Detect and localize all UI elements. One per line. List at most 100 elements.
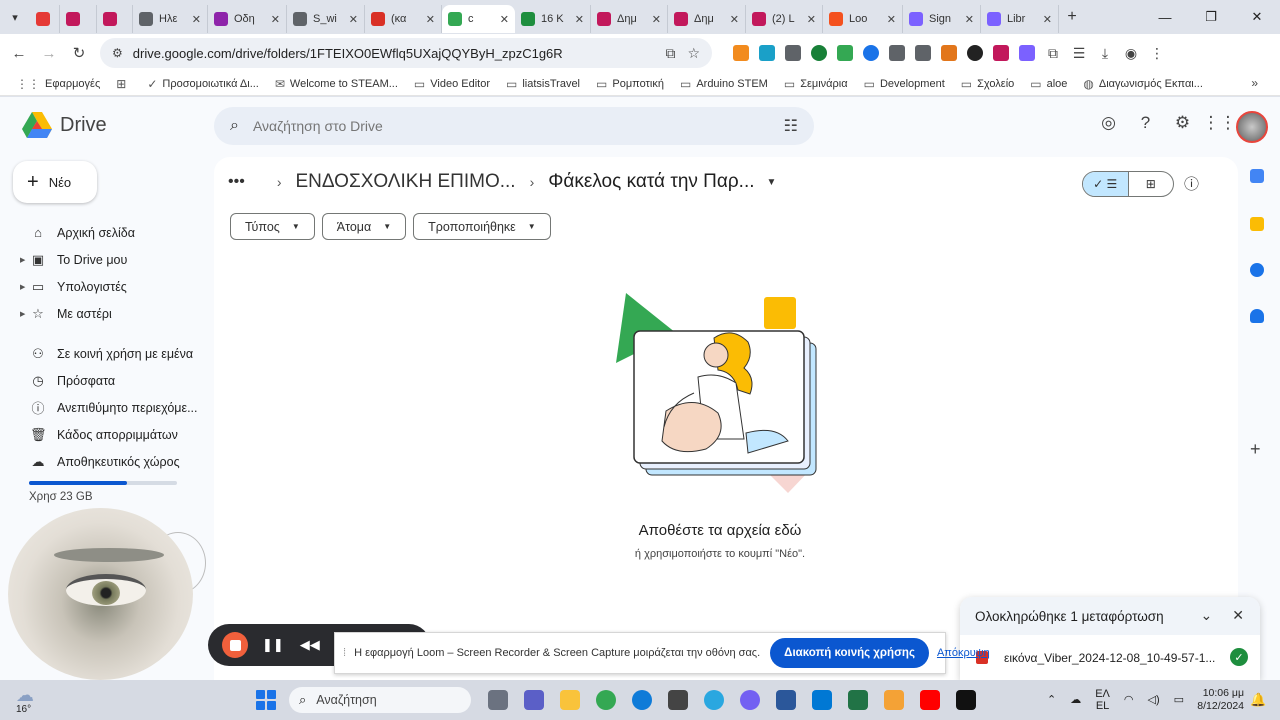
taskbar-search[interactable]: ⌕ Αναζήτηση: [289, 687, 471, 713]
loom-extension-icon[interactable]: [993, 45, 1009, 61]
chevron-down-icon[interactable]: ▼: [767, 177, 777, 188]
youtube-icon[interactable]: [920, 690, 940, 710]
info-icon[interactable]: ⓘ: [1184, 173, 1199, 194]
tab-close-icon[interactable]: ✕: [426, 13, 435, 26]
bookmark-item[interactable]: ✉ Welcome to STEAM...: [275, 77, 398, 91]
bookmark-item[interactable]: ▭ liatsisTravel: [506, 77, 580, 91]
loom-camera-bubble[interactable]: [8, 508, 193, 680]
extension-icon[interactable]: [837, 45, 853, 61]
reading-list-icon[interactable]: ☰: [1066, 45, 1092, 62]
bookmark-item[interactable]: ◍ Διαγωνισμός Εκπαι...: [1083, 77, 1203, 91]
file-explorer-icon[interactable]: [560, 690, 580, 710]
excel-icon[interactable]: [848, 690, 868, 710]
browser-tab[interactable]: (2) L ✕: [746, 5, 823, 33]
bookmark-item[interactable]: ✓ Προσομοιωτικά Δι...: [147, 77, 259, 91]
browser-tab[interactable]: S_wi ✕: [287, 5, 365, 33]
app-icon[interactable]: [668, 690, 688, 710]
metamask-icon[interactable]: [941, 45, 957, 61]
get-addons-plus-icon[interactable]: +: [1250, 439, 1261, 460]
extension-icon[interactable]: [863, 45, 879, 61]
browser-tab[interactable]: [60, 5, 97, 33]
profile-icon[interactable]: ◉: [1118, 45, 1144, 62]
extension-icon[interactable]: [733, 45, 749, 61]
bookmark-item[interactable]: ▭ Σχολείο: [961, 77, 1015, 91]
tab-close-icon[interactable]: ✕: [271, 13, 280, 26]
word-icon[interactable]: [776, 690, 796, 710]
capcut-icon[interactable]: [956, 690, 976, 710]
extension-icon[interactable]: [915, 45, 931, 61]
contacts-icon[interactable]: [1250, 309, 1264, 323]
search-icon[interactable]: ⌕: [230, 117, 239, 135]
bookmark-item[interactable]: ▭ Σεμινάρια: [784, 77, 848, 91]
back-icon[interactable]: ←: [4, 45, 34, 62]
list-view-button[interactable]: ✓ ☰: [1083, 172, 1129, 196]
browser-tab[interactable]: Ηλε ✕: [133, 5, 208, 33]
bookmark-item[interactable]: ▭ Ρομποτική: [596, 77, 664, 91]
onedrive-icon[interactable]: ☁: [1070, 694, 1081, 706]
hide-link[interactable]: Απόκρυψη: [937, 647, 990, 659]
grid-view-button[interactable]: ⊞: [1129, 172, 1174, 196]
task-view-icon[interactable]: [488, 690, 508, 710]
browser-tab[interactable]: Δημ ✕: [668, 5, 746, 33]
tab-search-chevron-icon[interactable]: ▾: [0, 0, 30, 34]
notification-bell-icon[interactable]: 🔔: [1250, 692, 1266, 708]
app-icon[interactable]: [884, 690, 904, 710]
tab-close-icon[interactable]: ✕: [500, 13, 509, 26]
bookmarks-overflow-icon[interactable]: »: [1251, 76, 1258, 90]
sidebar-item[interactable]: ⓘ Ανεπιθύμητο περιεχόμε...: [0, 394, 210, 421]
address-bar[interactable]: ⚙ drive.google.com/drive/folders/1FTEIXO…: [100, 38, 712, 68]
close-icon[interactable]: ✕: [1232, 607, 1244, 624]
battery-icon[interactable]: ▭: [1174, 694, 1184, 706]
tab-close-icon[interactable]: ✕: [575, 13, 584, 26]
extension-icon[interactable]: [889, 45, 905, 61]
app-icon[interactable]: [704, 690, 724, 710]
tab-close-icon[interactable]: ✕: [192, 13, 201, 26]
close-window-icon[interactable]: ✕: [1234, 0, 1280, 34]
wifi-icon[interactable]: ◠: [1124, 694, 1134, 706]
sidebar-item[interactable]: ⚇ Σε κοινή χρήση με εμένα: [0, 340, 210, 367]
browser-tab[interactable]: Δημ ✕: [591, 5, 668, 33]
browser-tab[interactable]: Loo ✕: [823, 5, 903, 33]
address-url[interactable]: drive.google.com/drive/folders/1FTEIXO0E…: [133, 46, 666, 61]
maximize-icon[interactable]: ❐: [1188, 0, 1234, 34]
tray-chevron-icon[interactable]: ⌃: [1047, 694, 1056, 706]
browser-tab[interactable]: [97, 5, 133, 33]
apps-grid-icon[interactable]: ⋮⋮: [1201, 113, 1238, 133]
stop-recording-button[interactable]: [222, 632, 248, 658]
drag-handle-icon[interactable]: ⁞: [343, 647, 346, 659]
browser-tab[interactable]: c ✕: [442, 5, 515, 33]
sidebar-item[interactable]: ◷ Πρόσφατα: [0, 367, 210, 394]
bookmark-star-icon[interactable]: ☆: [687, 45, 700, 62]
sidebar-item[interactable]: ☁ Αποθηκευτικός χώρος: [0, 448, 210, 475]
drive-logo[interactable]: Drive: [22, 112, 107, 138]
forward-icon[interactable]: →: [34, 45, 64, 62]
bookmark-apps[interactable]: ⋮⋮ Εφαρμογές: [16, 77, 100, 91]
account-avatar[interactable]: [1236, 111, 1268, 143]
downloads-icon[interactable]: ⤓: [1092, 45, 1118, 62]
settings-gear-icon[interactable]: ⚙: [1164, 113, 1201, 133]
bookmark-item[interactable]: ⊞: [116, 77, 131, 91]
tab-close-icon[interactable]: ✕: [965, 13, 974, 26]
bookmark-item[interactable]: ▭ aloe: [1030, 77, 1067, 91]
restart-icon[interactable]: ◀◀: [300, 637, 320, 653]
browser-tab[interactable]: Libr ✕: [981, 5, 1059, 33]
extension-icon[interactable]: [759, 45, 775, 61]
new-tab-button[interactable]: +: [1059, 8, 1085, 26]
filter-chip[interactable]: Τύπος ▼: [230, 213, 315, 240]
collapse-chevron-icon[interactable]: ⌄: [1201, 607, 1213, 624]
viber-icon[interactable]: [740, 690, 760, 710]
extension-icon[interactable]: [967, 45, 983, 61]
tab-close-icon[interactable]: ✕: [349, 13, 358, 26]
new-button[interactable]: + Νέο: [13, 161, 97, 203]
extension-icon[interactable]: [785, 45, 801, 61]
minimize-icon[interactable]: —: [1142, 0, 1188, 34]
tab-close-icon[interactable]: ✕: [730, 13, 739, 26]
bookmark-item[interactable]: ▭ Arduino STEM: [680, 77, 768, 91]
keep-icon[interactable]: [1250, 217, 1264, 231]
bookmark-item[interactable]: ▭ Development: [864, 77, 945, 91]
reload-icon[interactable]: ↻: [64, 44, 94, 62]
browser-tab[interactable]: (κα ✕: [365, 5, 442, 33]
browser-tab[interactable]: 16 K ✕: [515, 5, 591, 33]
chrome-icon[interactable]: [596, 690, 616, 710]
drive-search-input[interactable]: [252, 118, 784, 134]
